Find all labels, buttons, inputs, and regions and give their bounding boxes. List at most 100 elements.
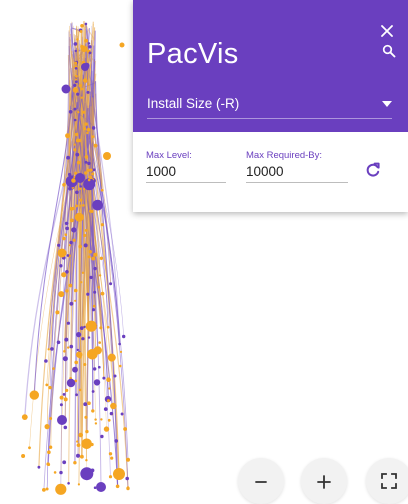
graph-node[interactable] xyxy=(79,326,84,330)
graph-node[interactable] xyxy=(93,266,97,271)
graph-node[interactable] xyxy=(75,190,79,195)
graph-node[interactable] xyxy=(64,337,69,342)
graph-node[interactable] xyxy=(44,424,50,430)
graph-node[interactable] xyxy=(74,360,78,365)
graph-node[interactable] xyxy=(73,83,77,88)
graph-node[interactable] xyxy=(86,90,90,94)
graph-node[interactable] xyxy=(84,160,88,164)
graph-node[interactable] xyxy=(47,450,51,455)
graph-node[interactable] xyxy=(84,171,88,175)
graph-node[interactable] xyxy=(80,454,84,459)
graph-node[interactable] xyxy=(113,468,125,480)
graph-node[interactable] xyxy=(122,334,126,339)
graph-node[interactable] xyxy=(48,385,52,390)
graph-node[interactable] xyxy=(84,415,88,419)
graph-node[interactable] xyxy=(62,460,67,465)
graph-node[interactable] xyxy=(42,488,46,492)
graph-node[interactable] xyxy=(100,434,104,439)
graph-node[interactable] xyxy=(99,326,103,330)
graph-node[interactable] xyxy=(84,229,88,232)
graph-node[interactable] xyxy=(110,456,114,460)
graph-node[interactable] xyxy=(65,388,69,392)
graph-node[interactable] xyxy=(73,107,77,111)
graph-node[interactable] xyxy=(120,412,124,416)
graph-node[interactable] xyxy=(45,383,49,387)
graph-node[interactable] xyxy=(90,468,95,473)
graph-node[interactable] xyxy=(49,417,53,420)
graph-node[interactable] xyxy=(52,367,55,370)
graph-node[interactable] xyxy=(126,457,130,462)
graph-node[interactable] xyxy=(118,342,121,346)
graph-node[interactable] xyxy=(65,226,69,231)
graph-node[interactable] xyxy=(68,283,73,288)
graph-node[interactable] xyxy=(66,254,70,257)
graph-node[interactable] xyxy=(63,425,68,430)
graph-node[interactable] xyxy=(72,87,79,93)
graph-node[interactable] xyxy=(83,127,86,131)
graph-node[interactable] xyxy=(78,83,83,88)
graph-node[interactable] xyxy=(74,74,78,78)
graph-node[interactable] xyxy=(108,452,113,456)
graph-node[interactable] xyxy=(63,397,68,402)
graph-node[interactable] xyxy=(106,325,110,329)
graph-node[interactable] xyxy=(83,325,86,329)
graph-node[interactable] xyxy=(86,131,89,135)
graph-node[interactable] xyxy=(56,340,61,345)
graph-node[interactable] xyxy=(98,365,101,369)
graph-node[interactable] xyxy=(83,363,87,366)
graph-node[interactable] xyxy=(62,393,66,396)
graph-node[interactable] xyxy=(79,198,83,202)
graph-node[interactable] xyxy=(66,321,70,325)
graph-node[interactable] xyxy=(80,24,84,28)
graph-node[interactable] xyxy=(98,341,101,344)
graph-node[interactable] xyxy=(57,248,67,258)
graph-node[interactable] xyxy=(79,204,82,207)
graph-node[interactable] xyxy=(69,344,74,349)
zoom-out-button[interactable] xyxy=(238,458,284,504)
graph-node[interactable] xyxy=(119,42,125,48)
graph-node[interactable] xyxy=(68,244,72,247)
graph-node[interactable] xyxy=(73,42,78,46)
graph-node[interactable] xyxy=(55,310,60,315)
graph-node[interactable] xyxy=(109,282,113,286)
graph-node[interactable] xyxy=(62,236,66,241)
graph-node[interactable] xyxy=(91,256,96,261)
graph-node[interactable] xyxy=(91,308,96,312)
graph-node[interactable] xyxy=(123,427,127,431)
graph-node[interactable] xyxy=(84,38,88,43)
graph-node[interactable] xyxy=(126,486,130,489)
graph-node[interactable] xyxy=(57,415,67,425)
graph-node[interactable] xyxy=(87,178,91,182)
graph-node[interactable] xyxy=(55,483,67,495)
graph-node[interactable] xyxy=(64,233,68,236)
graph-node[interactable] xyxy=(77,138,82,143)
graph-node[interactable] xyxy=(74,299,77,302)
search-button[interactable] xyxy=(382,44,396,58)
graph-node[interactable] xyxy=(78,244,83,249)
graph-node[interactable] xyxy=(48,445,53,449)
graph-node[interactable] xyxy=(69,240,73,245)
graph-node[interactable] xyxy=(83,233,87,238)
graph-node[interactable] xyxy=(67,346,70,349)
graph-node[interactable] xyxy=(84,155,89,159)
graph-node[interactable] xyxy=(100,291,105,296)
graph-node[interactable] xyxy=(93,367,97,371)
graph-node[interactable] xyxy=(92,168,96,172)
graph-node[interactable] xyxy=(88,175,93,180)
graph-node[interactable] xyxy=(100,188,104,192)
graph-node[interactable] xyxy=(92,199,103,211)
graph-node[interactable] xyxy=(45,487,49,491)
graph-node[interactable] xyxy=(81,63,89,71)
zoom-in-button[interactable] xyxy=(301,458,347,504)
graph-node[interactable] xyxy=(74,132,79,137)
graph-node[interactable] xyxy=(88,51,92,55)
graph-node[interactable] xyxy=(99,256,104,260)
graph-node[interactable] xyxy=(28,446,31,450)
graph-node[interactable] xyxy=(76,38,79,41)
graph-node[interactable] xyxy=(91,126,96,130)
graph-node[interactable] xyxy=(80,96,84,99)
graph-node[interactable] xyxy=(71,227,77,233)
graph-node[interactable] xyxy=(75,152,80,157)
graph-node[interactable] xyxy=(87,42,91,45)
graph-node[interactable] xyxy=(78,432,83,438)
